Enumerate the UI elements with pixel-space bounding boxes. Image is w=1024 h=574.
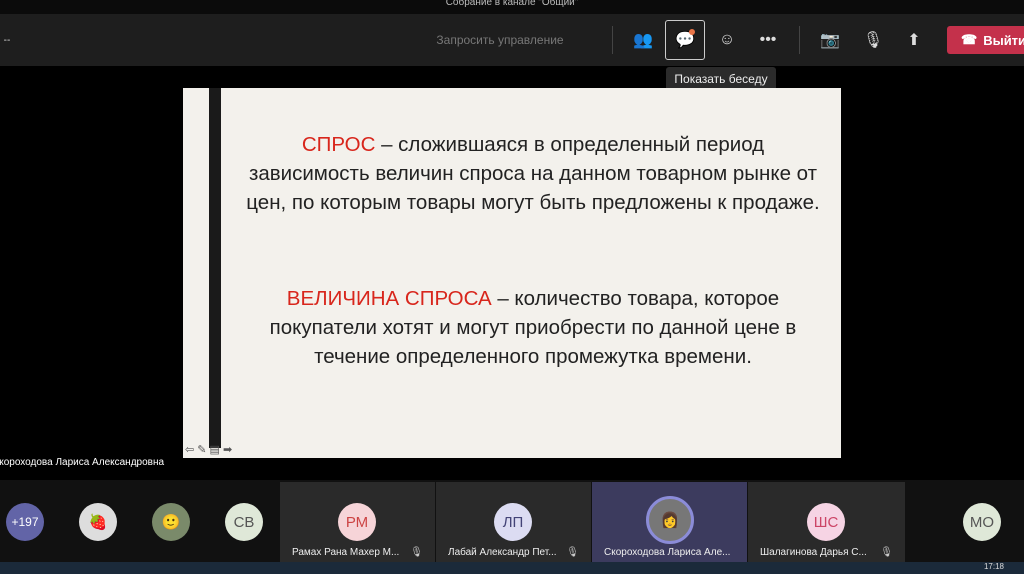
participant-tile[interactable]: ЛП Лабай Александр Пет... 🎙 bbox=[436, 482, 591, 562]
meeting-timer: -- bbox=[3, 34, 11, 46]
avatar[interactable]: СВ bbox=[225, 503, 263, 541]
request-control-button[interactable]: Запросить управление bbox=[420, 14, 580, 66]
avatar[interactable]: 🙂 bbox=[152, 503, 190, 541]
participants-icon[interactable]: 👥 bbox=[628, 14, 658, 66]
phone-icon: ☎ bbox=[961, 32, 978, 47]
more-participants-badge[interactable]: +197 bbox=[6, 503, 44, 541]
participant-name: Рамах Рана Махер М... bbox=[292, 547, 400, 558]
more-button[interactable]: ••• bbox=[753, 14, 783, 66]
participant-tile[interactable]: РМ Рамах Рана Махер М... 🎙 bbox=[280, 482, 435, 562]
participant-name: Шалагинова Дарья С... bbox=[760, 547, 867, 558]
avatar: ШС bbox=[807, 503, 845, 541]
meeting-toolbar: -- Запросить управление 👥 💬 ☺ ••• 📷 🎙 ⬆ … bbox=[0, 14, 1024, 66]
definition-demand: СПРОС – сложившаяся в определенный перио… bbox=[243, 130, 823, 217]
avatar[interactable]: МО bbox=[963, 503, 1001, 541]
mic-off-icon: 🎙 bbox=[566, 547, 579, 558]
reactions-icon[interactable]: ☺ bbox=[712, 14, 742, 66]
definition-demand-quantity: ВЕЛИЧИНА СПРОСА – количество товара, кот… bbox=[243, 284, 823, 371]
leave-button[interactable]: ☎ Выйти bbox=[947, 26, 1024, 54]
mic-off-icon[interactable]: 🎙 bbox=[858, 14, 888, 66]
presenter-name: Скороходова Лариса Александровна bbox=[0, 457, 165, 468]
divider bbox=[612, 26, 613, 54]
slide-nav-controls[interactable]: ⇦ ✎ ▤ ➡ bbox=[185, 443, 232, 456]
term: ВЕЛИЧИНА СПРОСА bbox=[286, 287, 492, 310]
participant-name: Скороходова Лариса Але... bbox=[604, 547, 731, 558]
leave-label: Выйти bbox=[983, 32, 1024, 48]
participant-tile[interactable]: ШС Шалагинова Дарья С... 🎙 bbox=[748, 482, 905, 562]
slide-decor-bar bbox=[209, 88, 221, 448]
notification-dot bbox=[689, 29, 695, 35]
window-title: Собрание в канале "Общий" bbox=[0, 0, 1024, 14]
avatar: 👩 bbox=[646, 496, 694, 544]
mic-off-icon: 🎙 bbox=[880, 547, 893, 558]
divider bbox=[799, 26, 800, 54]
avatar: ЛП bbox=[494, 503, 532, 541]
term: СПРОС bbox=[301, 133, 376, 156]
clock: 17:18 bbox=[983, 562, 1004, 571]
avatar: РМ bbox=[338, 503, 376, 541]
mic-off-icon: 🎙 bbox=[410, 547, 423, 558]
avatar[interactable]: 🍓 bbox=[79, 503, 117, 541]
camera-off-icon[interactable]: 📷 bbox=[815, 14, 845, 66]
show-chat-button[interactable]: 💬 bbox=[665, 20, 705, 60]
shared-slide: СПРОС – сложившаяся в определенный перио… bbox=[183, 88, 841, 458]
share-screen-icon[interactable]: ⬆ bbox=[899, 14, 929, 66]
participant-name: Лабай Александр Пет... bbox=[448, 547, 557, 558]
taskbar: 17:18 bbox=[0, 562, 1024, 574]
participant-tile-active[interactable]: 👩 Скороходова Лариса Але... bbox=[592, 482, 747, 562]
